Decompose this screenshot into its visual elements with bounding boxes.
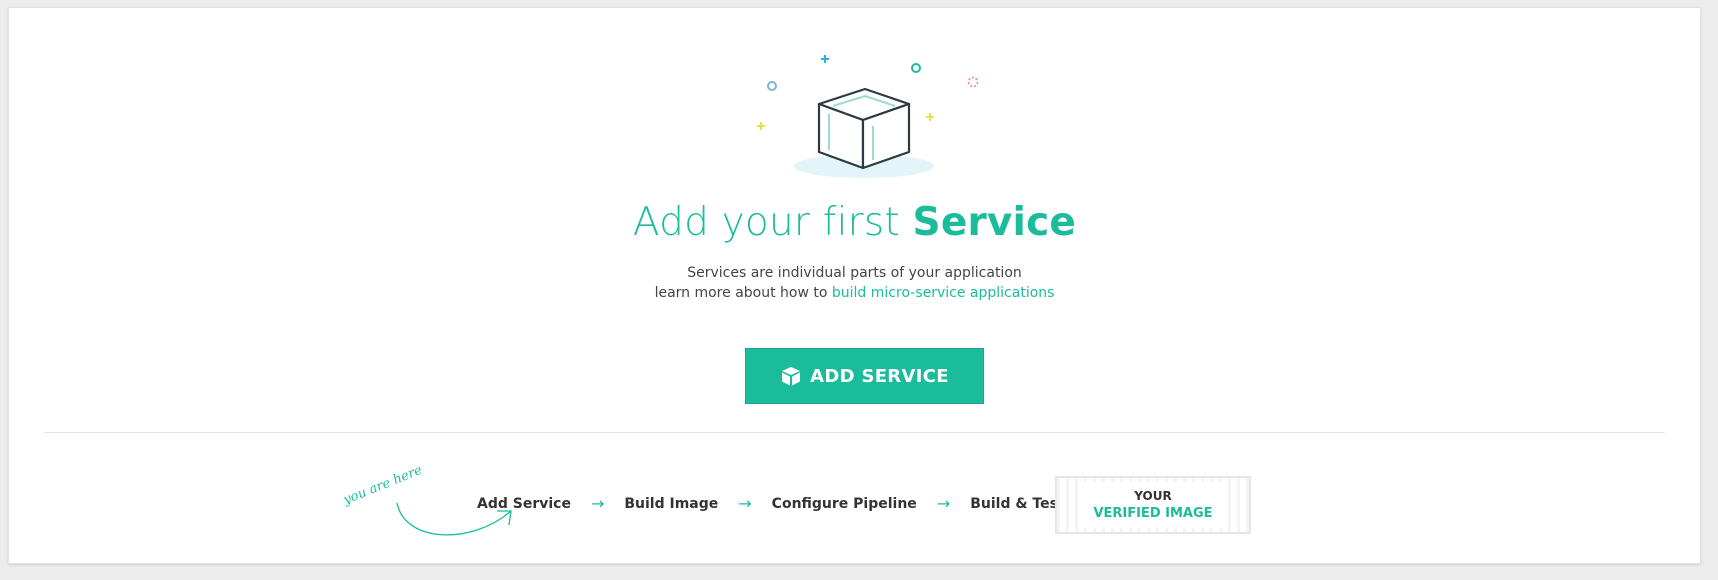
workflow-steps: Add Service → Build Image → Configure Pi…	[477, 494, 1118, 513]
step-configure-pipeline: Configure Pipeline	[771, 495, 917, 512]
verified-image-badge: YOUR VERIFIED IMAGE	[1055, 476, 1251, 534]
section-divider	[44, 432, 1665, 433]
page-title-emphasis: Service	[912, 200, 1077, 245]
verified-line-1: YOUR	[1134, 489, 1172, 503]
box-icon	[782, 367, 801, 386]
page-title: Add your first Service	[9, 200, 1700, 245]
curved-arrow-icon	[396, 502, 512, 536]
step-build-image: Build Image	[624, 495, 719, 512]
page-title-prefix: Add your first	[632, 200, 913, 245]
arrow-right-icon: →	[590, 494, 605, 513]
microservice-docs-link[interactable]: build micro-service applications	[832, 285, 1055, 301]
arrow-right-icon: →	[936, 494, 951, 513]
description-line-2-text: learn more about how to	[654, 285, 832, 301]
add-service-button[interactable]: ADD SERVICE	[745, 348, 984, 404]
page-description: Services are individual parts of your ap…	[9, 263, 1700, 303]
you-are-here-hint: you are here	[341, 463, 527, 553]
step-add-service: Add Service	[477, 495, 571, 512]
verified-image-label: YOUR VERIFIED IMAGE	[1079, 482, 1227, 528]
verified-line-2: VERIFIED IMAGE	[1093, 506, 1213, 521]
description-line-1: Services are individual parts of your ap…	[687, 265, 1022, 281]
empty-box-illustration	[757, 55, 979, 178]
description-line-2: learn more about how to build micro-serv…	[9, 283, 1700, 303]
add-service-label: ADD SERVICE	[810, 365, 949, 387]
arrow-right-icon: →	[738, 494, 752, 513]
step-build-test: Build & Test	[970, 495, 1065, 512]
empty-state-card: Add your first Service Services are indi…	[8, 7, 1701, 564]
